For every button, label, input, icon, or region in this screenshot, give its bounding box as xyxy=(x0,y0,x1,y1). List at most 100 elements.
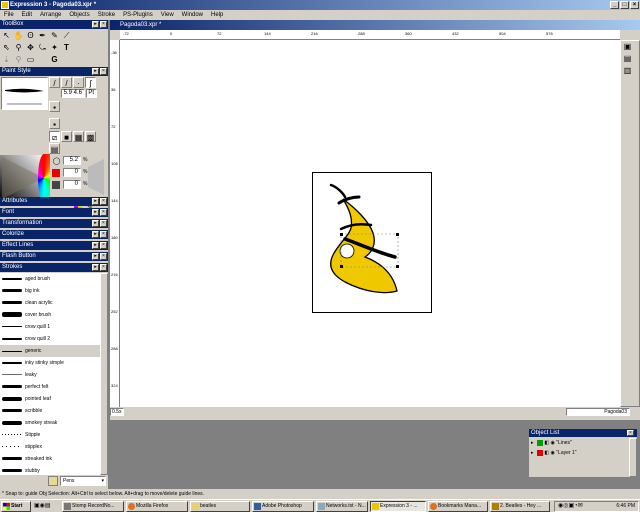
object-list-close-button[interactable]: × xyxy=(627,430,634,436)
panel-menu-button[interactable]: ▸ xyxy=(92,21,99,28)
colorize-close-button[interactable]: × xyxy=(100,231,107,238)
font-close-button[interactable]: × xyxy=(100,209,107,216)
strokes-close-button[interactable]: × xyxy=(100,264,107,271)
font-header[interactable]: Font ▸ × xyxy=(0,208,108,217)
transformation-header[interactable]: Transformation ▸ × xyxy=(0,219,108,228)
fill-pattern-icon[interactable]: ▦ xyxy=(73,131,84,142)
task-expression[interactable]: Expression 3 - ... xyxy=(370,501,426,512)
zoom-level[interactable]: 0.5x xyxy=(110,408,124,416)
subselect-icon[interactable]: ⇖ xyxy=(1,42,12,53)
stroke-item[interactable]: inky stinky simple xyxy=(0,357,100,369)
vertical-scrollbar[interactable]: ▣ ▤ ▥ xyxy=(620,40,640,407)
stroke-item[interactable]: cover brush xyxy=(0,309,100,321)
menu-file[interactable]: File xyxy=(0,10,18,20)
stroke-item[interactable]: perfect felt xyxy=(0,381,100,393)
hue-wheel[interactable] xyxy=(38,154,50,202)
layer-row[interactable]: ▸ ◧ ◉ "Layer 1" xyxy=(531,449,627,458)
flash-button-close-button[interactable]: × xyxy=(100,253,107,260)
menu-edit[interactable]: Edit xyxy=(18,10,36,20)
transformation-menu-button[interactable]: ▸ xyxy=(92,220,99,227)
drawing-canvas[interactable] xyxy=(120,40,620,407)
zoom-icon[interactable]: ⚲ xyxy=(13,42,24,53)
stroke-item[interactable]: smokey streak xyxy=(0,417,100,429)
selection-handle[interactable] xyxy=(396,265,399,268)
stroke-brush-icon[interactable]: ʃ xyxy=(85,77,96,88)
layer-lock-icon[interactable]: ▤ xyxy=(622,53,633,64)
menu-ps-plugins[interactable]: PS-Plugins xyxy=(119,10,157,20)
eye-icon[interactable]: ◉ xyxy=(551,450,555,456)
selection-handle[interactable] xyxy=(340,233,343,236)
knife-icon[interactable]: ⟋ xyxy=(61,30,72,41)
transform-icon[interactable]: ✥ xyxy=(25,42,36,53)
rotate-icon[interactable]: G xyxy=(49,54,60,65)
colorize-menu-button[interactable]: ▸ xyxy=(92,231,99,238)
minimize-button[interactable]: _ xyxy=(610,1,619,9)
attributes-close-button[interactable]: × xyxy=(100,198,107,205)
effect-lines-header[interactable]: Effect Lines ▸ × xyxy=(0,241,108,250)
strokes-menu-button[interactable]: ▸ xyxy=(92,264,99,271)
rectangle-icon[interactable]: ▭ xyxy=(25,54,36,65)
text-tool-icon[interactable]: T xyxy=(61,42,72,53)
start-button[interactable]: Start xyxy=(1,501,31,512)
attributes-menu-button[interactable]: ▸ xyxy=(92,198,99,205)
color-value1-field[interactable]: 5.2 xyxy=(63,156,81,165)
attributes-header[interactable]: Attributes ▸ × xyxy=(0,197,108,206)
hand-icon[interactable]: ✋ xyxy=(13,30,24,41)
pen-icon[interactable]: ✒ xyxy=(37,30,48,41)
eye-icon[interactable]: ◉ xyxy=(551,440,555,446)
close-button[interactable]: × xyxy=(630,1,639,9)
stroke-item-selected[interactable]: generic xyxy=(0,345,100,357)
menu-arrange[interactable]: Arrange xyxy=(36,10,65,20)
stroke-item[interactable]: leaky xyxy=(0,369,100,381)
menu-objects[interactable]: Objects xyxy=(65,10,93,20)
paint-style-close-button[interactable]: × xyxy=(100,68,107,75)
task-firefox[interactable]: Mozilla Firefox xyxy=(126,501,188,512)
task-photoshop[interactable]: Adobe Photoshop xyxy=(252,501,314,512)
stroke-width-field[interactable]: 5.9 4.6 xyxy=(61,89,85,98)
stroke-category-select[interactable]: Pens ▾ xyxy=(60,476,106,486)
lasso-icon[interactable]: ʘ xyxy=(25,30,36,41)
unit-field[interactable]: Pt xyxy=(86,89,97,98)
stroke-solid-icon[interactable]: / xyxy=(49,77,60,88)
fill-none-icon[interactable]: ⧄ xyxy=(49,131,60,142)
stroke-item[interactable]: crow quill 2 xyxy=(0,333,100,345)
layer-row[interactable]: ▸ ◧ ◉ "Lines" xyxy=(531,439,627,448)
gray-square-icon[interactable]: ▪ xyxy=(49,101,60,112)
node-icon[interactable]: ✦ xyxy=(49,42,60,53)
layer-visibility-icon[interactable]: ▣ xyxy=(622,41,633,52)
stroke-item[interactable]: Stipple xyxy=(0,429,100,441)
stroke-item[interactable]: pointed leaf xyxy=(0,393,100,405)
bezier-icon[interactable]: ⤿ xyxy=(37,42,48,53)
fill-gray-icon[interactable]: ▪ xyxy=(49,118,60,129)
effect-lines-menu-button[interactable]: ▸ xyxy=(92,242,99,249)
stroke-item[interactable]: stubby xyxy=(0,465,100,475)
transformation-close-button[interactable]: × xyxy=(100,220,107,227)
black-swatch[interactable] xyxy=(52,181,60,189)
strokes-list[interactable]: aged brush big ink clean acrylic cover b… xyxy=(0,273,100,475)
maximize-button[interactable]: □ xyxy=(620,1,629,9)
flash-button-header[interactable]: Flash Button ▸ × xyxy=(0,252,108,261)
stroke-item[interactable]: crow quill 1 xyxy=(0,321,100,333)
eye-circle[interactable] xyxy=(339,243,355,259)
task-beatles[interactable]: beatles xyxy=(190,501,250,512)
font-menu-button[interactable]: ▸ xyxy=(92,209,99,216)
lock-icon[interactable]: ◧ xyxy=(544,440,549,446)
task-notepad[interactable]: Networks.txt - N... xyxy=(316,501,368,512)
ruler-left[interactable]: -36 36 72 108 144 180 216 252 288 324 xyxy=(110,40,120,407)
strokes-header[interactable]: Strokes ▸ × xyxy=(0,263,108,272)
stroke-item[interactable]: clean acrylic xyxy=(0,297,100,309)
layer-print-icon[interactable]: ▥ xyxy=(622,65,633,76)
brush-stroke-upper[interactable] xyxy=(337,195,361,205)
menu-help[interactable]: Help xyxy=(207,10,227,20)
artwork[interactable] xyxy=(313,173,431,312)
artboard-page[interactable] xyxy=(312,172,432,313)
color-value3-field[interactable]: 0 xyxy=(63,180,81,189)
task-stomp[interactable]: Stomp RecordNo... xyxy=(62,501,124,512)
stroke-line-icon[interactable]: / xyxy=(61,77,72,88)
colorize-header[interactable]: Colorize ▸ × xyxy=(0,230,108,239)
clock[interactable]: 6:46 PM xyxy=(616,503,635,509)
fill-gradient-icon[interactable]: ▤ xyxy=(49,143,60,154)
ruler-top[interactable]: -72 0 72 144 216 288 360 432 504 576 xyxy=(120,30,620,40)
page-label[interactable]: Pagoda03 xyxy=(566,408,630,416)
explorer-icon[interactable]: ▤ xyxy=(45,503,51,509)
